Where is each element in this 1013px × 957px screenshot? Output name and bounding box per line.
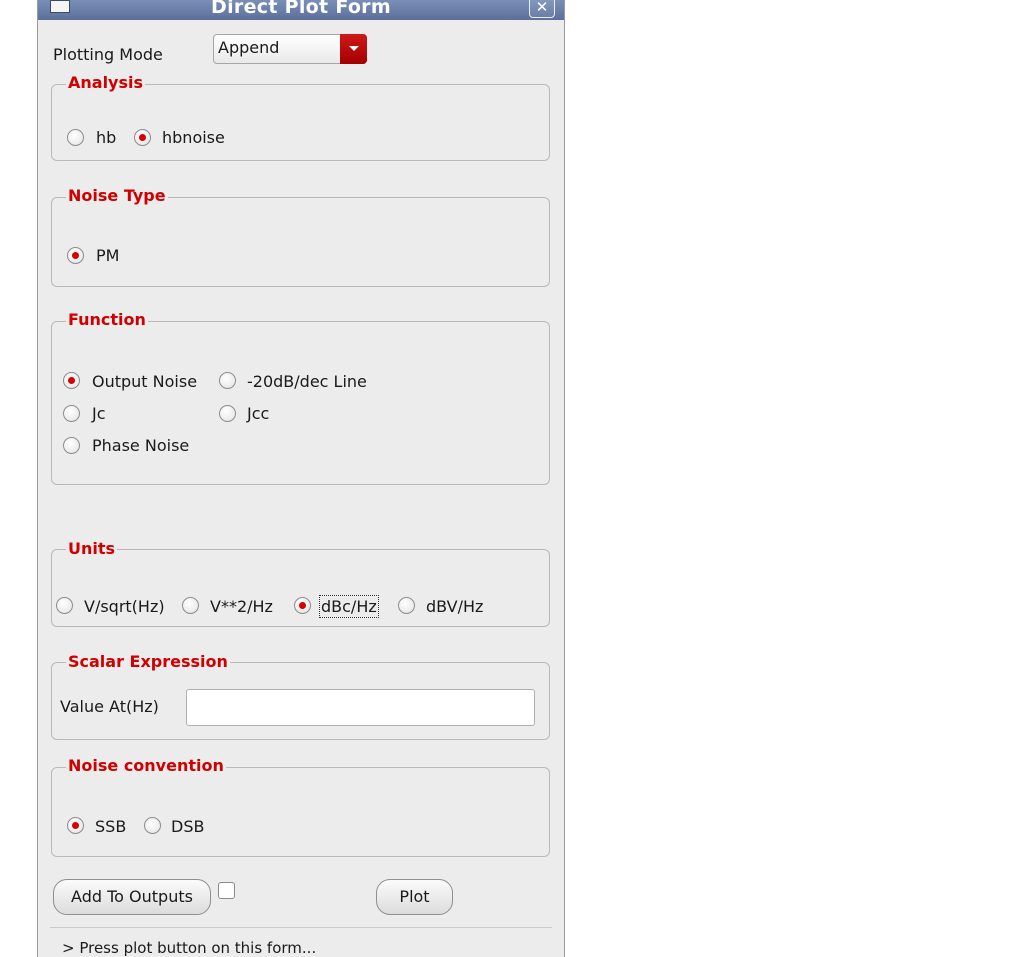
analysis-group-title: Analysis	[66, 73, 146, 92]
radio-noise-convention-dsb[interactable]	[144, 817, 161, 834]
status-message: > Press plot button on this form...	[62, 939, 317, 957]
radio-analysis-hb[interactable]	[67, 129, 84, 146]
plotting-mode-select[interactable]: Append	[213, 34, 367, 64]
radio-units-v2-hz[interactable]	[182, 597, 199, 614]
radio-label-hbnoise: hbnoise	[162, 128, 225, 147]
window-title: Direct Plot Form	[211, 0, 391, 18]
noise-type-group-title: Noise Type	[66, 186, 168, 205]
scalar-expression-group-title: Scalar Expression	[66, 652, 230, 671]
radio-function-jcc[interactable]	[219, 405, 236, 422]
radio-label-phase-noise: Phase Noise	[92, 436, 190, 455]
function-group	[51, 321, 550, 485]
noise-type-group	[51, 197, 550, 287]
radio-label-output-noise: Output Noise	[92, 372, 198, 391]
radio-noise-type-pm[interactable]	[67, 247, 84, 264]
radio-units-v-sqrt-hz[interactable]	[56, 597, 73, 614]
plotting-mode-value: Append	[218, 38, 280, 57]
radio-units-dbc-hz[interactable]	[294, 597, 311, 614]
plotting-mode-label: Plotting Mode	[53, 45, 163, 64]
radio-function-output-noise[interactable]	[63, 372, 80, 389]
radio-label-ssb: SSB	[95, 817, 127, 836]
noise-convention-group-title: Noise convention	[66, 756, 226, 775]
analysis-group	[51, 84, 550, 161]
function-group-title: Function	[66, 310, 148, 329]
radio-label-dsb: DSB	[171, 817, 205, 836]
radio-label-jc: Jc	[92, 404, 106, 423]
radio-label-pm: PM	[96, 246, 120, 265]
separator	[50, 927, 552, 928]
units-group-title: Units	[66, 539, 118, 558]
radio-label-dbv-hz: dBV/Hz	[426, 597, 484, 616]
radio-function-jc[interactable]	[63, 405, 80, 422]
radio-function-phase-noise[interactable]	[63, 437, 80, 454]
direct-plot-form-window: Direct Plot Form ✕ Plotting Mode Append …	[37, 0, 565, 957]
add-to-outputs-button[interactable]: Add To Outputs	[53, 879, 211, 915]
noise-convention-group	[51, 767, 550, 857]
radio-noise-convention-ssb[interactable]	[67, 817, 84, 834]
plot-button[interactable]: Plot	[376, 879, 453, 915]
radio-analysis-hbnoise[interactable]	[134, 129, 151, 146]
radio-label-hb: hb	[96, 128, 117, 147]
radio-label-20db-dec-line: -20dB/dec Line	[247, 372, 367, 391]
close-icon[interactable]: ✕	[529, 0, 555, 18]
radio-units-dbv-hz[interactable]	[398, 597, 415, 614]
radio-label-dbc-hz: dBc/Hz	[319, 595, 379, 618]
title-bar[interactable]: Direct Plot Form ✕	[38, 0, 564, 20]
radio-label-v-sqrt-hz: V/sqrt(Hz)	[84, 597, 165, 616]
radio-label-v2-hz: V**2/Hz	[210, 597, 273, 616]
value-at-input[interactable]	[186, 689, 535, 726]
value-at-label: Value At(Hz)	[60, 697, 159, 716]
radio-function-20db-dec-line[interactable]	[219, 372, 236, 389]
radio-label-jcc: Jcc	[247, 404, 270, 423]
add-to-outputs-checkbox[interactable]	[218, 882, 235, 899]
chevron-down-icon[interactable]	[340, 34, 367, 64]
